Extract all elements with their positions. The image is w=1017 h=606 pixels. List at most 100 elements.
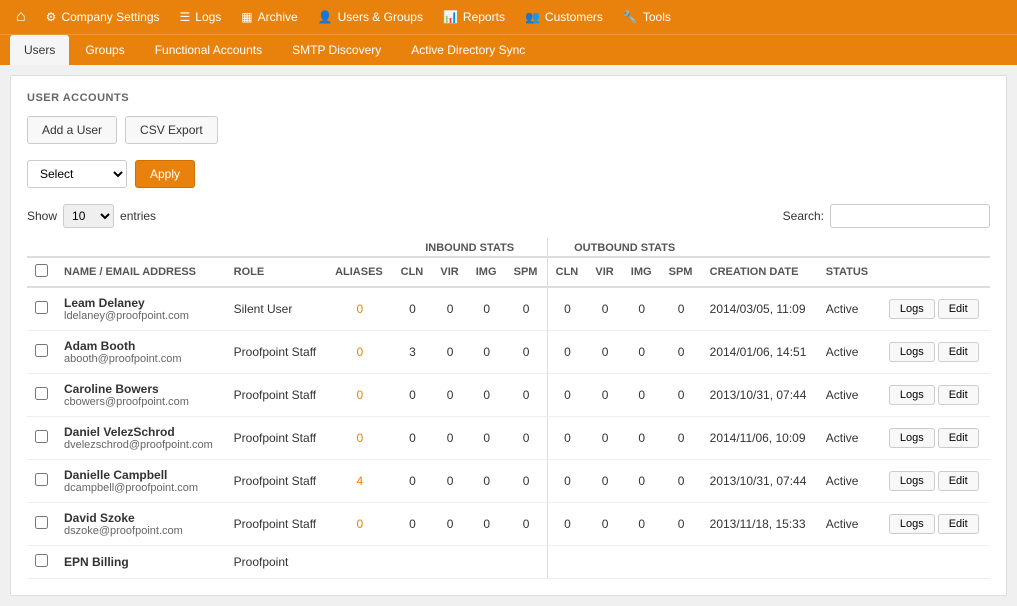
user-email: abooth@proofpoint.com (64, 353, 218, 365)
tools-icon: 🔧 (623, 10, 638, 24)
role-col-label: ROLE (226, 257, 327, 287)
nav-company-settings[interactable]: ⚙ Company Settings (36, 0, 170, 34)
row-actions: LogsEdit (878, 460, 990, 503)
inbound-in_cln: 0 (393, 503, 433, 546)
edit-button[interactable]: Edit (938, 514, 979, 534)
outbound-out_spm: 0 (661, 460, 702, 503)
row-checkbox-4[interactable] (35, 473, 48, 486)
inbound-in_img: 0 (468, 287, 506, 331)
user-name-cell: Adam Boothabooth@proofpoint.com (56, 331, 226, 374)
select-all-checkbox[interactable] (35, 264, 48, 277)
entries-select[interactable]: 10 25 50 100 (63, 204, 114, 228)
inbound-in_cln (393, 546, 433, 579)
edit-button[interactable]: Edit (938, 385, 979, 405)
reports-icon: 📊 (443, 10, 458, 24)
edit-button[interactable]: Edit (938, 471, 979, 491)
outbound-out_img: 0 (623, 417, 661, 460)
inbound-in_spm: 0 (506, 417, 548, 460)
outbound-out_spm: 0 (661, 331, 702, 374)
filter-select[interactable]: Select (27, 160, 127, 188)
role-col-header (226, 238, 327, 257)
inbound-in_vir (432, 546, 467, 579)
tab-functional-accounts[interactable]: Functional Accounts (141, 35, 276, 65)
inbound-in_spm: 0 (506, 460, 548, 503)
user-name-cell: Daniel VelezSchroddvelezschrod@proofpoin… (56, 417, 226, 460)
user-role: Proofpoint Staff (226, 503, 327, 546)
select-all-checkbox-cell (27, 257, 56, 287)
inbound-in_vir: 0 (432, 331, 467, 374)
row-actions: LogsEdit (878, 417, 990, 460)
row-checkbox-6[interactable] (35, 554, 48, 567)
user-email: ldelaney@proofpoint.com (64, 310, 218, 322)
creation-date: 2013/11/18, 15:33 (702, 503, 818, 546)
outbound-out_vir: 0 (587, 503, 622, 546)
add-user-button[interactable]: Add a User (27, 116, 117, 144)
aliases-col-label: ALIASES (327, 257, 393, 287)
status-col-label: STATUS (818, 257, 878, 287)
outbound-out_vir: 0 (587, 287, 622, 331)
filter-row: Select Apply (27, 160, 990, 188)
status-badge: Active (818, 460, 878, 503)
user-aliases: 4 (327, 460, 393, 503)
inbound-in_vir: 0 (432, 503, 467, 546)
tab-users[interactable]: Users (10, 35, 69, 65)
creation-date-header (702, 238, 818, 257)
edit-button[interactable]: Edit (938, 342, 979, 362)
row-checkbox-5[interactable] (35, 516, 48, 529)
logs-icon: ☰ (180, 10, 191, 24)
user-display-name: David Szoke (64, 511, 218, 525)
archive-icon: ▦ (241, 10, 252, 24)
inbound-in_img: 0 (468, 503, 506, 546)
nav-customers[interactable]: 👥 Customers (515, 0, 613, 34)
user-email: dvelezschrod@proofpoint.com (64, 439, 218, 451)
table-row: Caroline Bowerscbowers@proofpoint.comPro… (27, 374, 990, 417)
row-checkbox-0[interactable] (35, 301, 48, 314)
inbound-in_spm: 0 (506, 331, 548, 374)
row-checkbox-1[interactable] (35, 344, 48, 357)
inbound-in_spm: 0 (506, 287, 548, 331)
out-img-col-label: IMG (623, 257, 661, 287)
home-icon[interactable]: ⌂ (6, 8, 36, 26)
tab-active-directory-sync[interactable]: Active Directory Sync (397, 35, 539, 65)
logs-button[interactable]: Logs (889, 299, 935, 319)
apply-button[interactable]: Apply (135, 160, 195, 188)
inbound-in_img (468, 546, 506, 579)
edit-button[interactable]: Edit (938, 299, 979, 319)
row-actions: LogsEdit (878, 503, 990, 546)
user-aliases: 0 (327, 503, 393, 546)
edit-button[interactable]: Edit (938, 428, 979, 448)
inbound-in_vir: 0 (432, 374, 467, 417)
outbound-out_cln: 0 (547, 287, 587, 331)
nav-logs[interactable]: ☰ Logs (170, 0, 232, 34)
outbound-out_cln: 0 (547, 503, 587, 546)
logs-button[interactable]: Logs (889, 385, 935, 405)
in-img-col-label: IMG (468, 257, 506, 287)
row-checkbox-3[interactable] (35, 430, 48, 443)
tab-smtp-discovery[interactable]: SMTP Discovery (278, 35, 395, 65)
table-row: Daniel VelezSchroddvelezschrod@proofpoin… (27, 417, 990, 460)
name-col-header (56, 238, 226, 257)
search-input[interactable] (830, 204, 990, 228)
row-checkbox-2[interactable] (35, 387, 48, 400)
logs-button[interactable]: Logs (889, 342, 935, 362)
outbound-out_cln: 0 (547, 417, 587, 460)
logs-button[interactable]: Logs (889, 471, 935, 491)
inbound-in_cln: 3 (393, 331, 433, 374)
status-badge: Active (818, 374, 878, 417)
user-display-name: EPN Billing (64, 555, 218, 569)
inbound-in_img: 0 (468, 460, 506, 503)
nav-reports[interactable]: 📊 Reports (433, 0, 515, 34)
nav-users-groups[interactable]: 👤 Users & Groups (308, 0, 433, 34)
users-icon: 👤 (318, 10, 333, 24)
nav-archive[interactable]: ▦ Archive (231, 0, 307, 34)
csv-export-button[interactable]: CSV Export (125, 116, 218, 144)
user-email: dcampbell@proofpoint.com (64, 482, 218, 494)
tab-groups[interactable]: Groups (71, 35, 138, 65)
nav-tools[interactable]: 🔧 Tools (613, 0, 681, 34)
inbound-stats-header: INBOUND STATS (393, 238, 548, 257)
logs-button[interactable]: Logs (889, 428, 935, 448)
select-all-header (27, 238, 56, 257)
logs-button[interactable]: Logs (889, 514, 935, 534)
creation-date: 2013/10/31, 07:44 (702, 460, 818, 503)
table-row: Leam Delaneyldelaney@proofpoint.comSilen… (27, 287, 990, 331)
